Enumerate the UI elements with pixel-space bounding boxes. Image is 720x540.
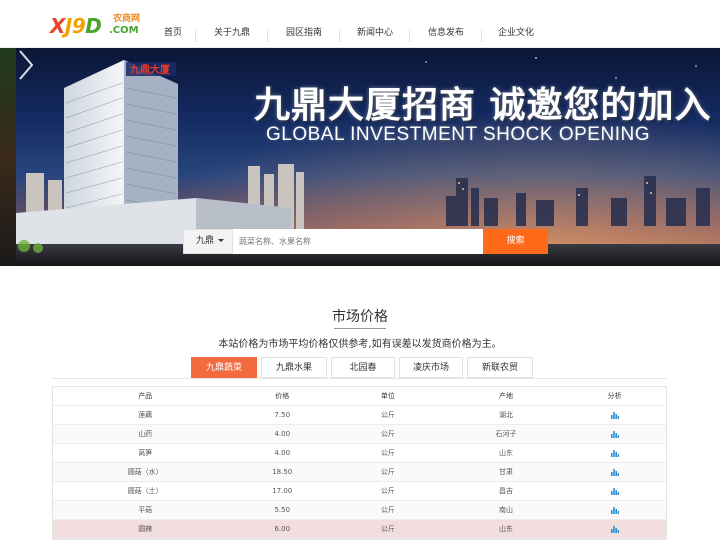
site-header: XJ9D 农商网 .COM 首页 关于九鼎 园区指南 新闻中心 信息发布 企业文…	[0, 0, 720, 48]
price-cell: 5.50	[274, 506, 291, 514]
main-nav: 首页 关于九鼎 园区指南 新闻中心 信息发布 企业文化	[150, 0, 550, 48]
price-table: 产品 价格 单位 产地 分析 莲藕 7.50 公斤 湖北 山药 4.00 公斤 石河子 莴笋 4.…	[52, 386, 667, 540]
product-cell: 圆辣	[138, 525, 153, 533]
unit-cell: 公斤	[380, 430, 395, 438]
column-header-price: 价格	[275, 392, 290, 400]
tab-jiuding-vegetables[interactable]: 九鼎蔬菜	[191, 357, 257, 378]
tabs-divider	[52, 378, 667, 379]
price-cell: 6.00	[274, 525, 291, 533]
nav-item-info-release[interactable]: 信息发布	[410, 0, 482, 48]
tab-lingqing-market[interactable]: 凌庆市场	[399, 357, 463, 378]
analysis-cell	[563, 406, 666, 424]
origin-cell: 南山	[499, 506, 514, 514]
column-header-analysis: 分析	[607, 392, 622, 400]
tab-xinlian-market[interactable]: 新联农贸	[467, 357, 533, 378]
site-logo[interactable]: XJ9D 农商网 .COM	[50, 14, 145, 38]
tab-beiyuanchun[interactable]: 北园春	[331, 357, 395, 378]
banner-side-strip	[0, 48, 16, 266]
table-body: 莲藕 7.50 公斤 湖北 山药 4.00 公斤 石河子 莴笋 4.00 公斤 山东 圆菇（水） 18.5…	[53, 406, 666, 539]
logo-domain-suffix: .COM	[109, 25, 139, 36]
bar-chart-icon[interactable]	[610, 449, 619, 457]
nav-item-park-guide[interactable]: 园区指南	[268, 0, 340, 48]
price-cell: 17.00	[272, 487, 293, 495]
unit-cell: 公斤	[380, 487, 395, 495]
nav-item-news[interactable]: 新闻中心	[340, 0, 410, 48]
product-cell: 圆菇（水）	[127, 468, 163, 476]
table-row: 圆菇（水） 18.50 公斤 甘肃	[53, 463, 666, 482]
logo-letter-x: X	[50, 14, 65, 38]
table-row: 莴笋 4.00 公斤 山东	[53, 444, 666, 463]
column-header-product: 产品	[138, 392, 153, 400]
tab-jiuding-fruits[interactable]: 九鼎水果	[261, 357, 327, 378]
analysis-cell	[563, 444, 666, 462]
search-scope-label: 九鼎	[196, 236, 215, 246]
search-scope-select[interactable]: 九鼎	[183, 229, 233, 254]
table-row: 圆菇（土） 17.00 公斤 昌吉	[53, 482, 666, 501]
unit-cell: 公斤	[380, 411, 395, 419]
price-cell: 18.50	[272, 468, 293, 476]
search-input[interactable]	[233, 229, 483, 254]
table-row: 圆辣 6.00 公斤 山东	[53, 520, 666, 539]
bar-chart-icon[interactable]	[610, 430, 619, 438]
nav-item-home[interactable]: 首页	[150, 0, 196, 48]
product-search: 九鼎 搜索	[183, 229, 548, 254]
origin-cell: 甘肃	[499, 468, 514, 476]
unit-cell: 公斤	[380, 525, 395, 533]
bar-chart-icon[interactable]	[610, 487, 619, 495]
logo-tagline: 农商网	[113, 14, 141, 24]
table-row: 莲藕 7.50 公斤 湖北	[53, 406, 666, 425]
logo-wordmark: XJ9D	[50, 14, 102, 38]
banner-headline: 九鼎大厦招商 诚邀您的加入	[254, 85, 712, 126]
analysis-cell	[563, 425, 666, 443]
origin-cell: 山东	[499, 525, 514, 533]
market-tabs: 九鼎蔬菜 九鼎水果 北园春 凌庆市场 新联农贸	[191, 357, 537, 378]
chevron-right-icon[interactable]	[16, 48, 36, 82]
price-cell: 7.50	[274, 411, 291, 419]
bar-chart-icon[interactable]	[610, 506, 619, 514]
bar-chart-icon[interactable]	[610, 525, 619, 533]
table-row: 山药 4.00 公斤 石河子	[53, 425, 666, 444]
nav-item-about[interactable]: 关于九鼎	[196, 0, 268, 48]
analysis-cell	[563, 501, 666, 519]
origin-cell: 山东	[499, 449, 514, 457]
unit-cell: 公斤	[380, 506, 395, 514]
unit-cell: 公斤	[380, 468, 395, 476]
title-underline-divider	[334, 328, 386, 329]
analysis-cell	[563, 520, 666, 538]
column-header-unit: 单位	[380, 392, 395, 400]
table-header-row: 产品 价格 单位 产地 分析	[53, 387, 666, 406]
analysis-cell	[563, 482, 666, 500]
caret-down-icon	[218, 239, 225, 242]
logo-letter-j: J	[64, 14, 72, 38]
origin-cell: 湖北	[499, 411, 514, 419]
logo-letter-9: 9	[71, 14, 86, 38]
product-cell: 圆菇（土）	[127, 487, 163, 495]
origin-cell: 昌吉	[499, 487, 514, 495]
unit-cell: 公斤	[380, 449, 395, 457]
origin-cell: 石河子	[495, 430, 517, 438]
building-sign-text: 九鼎大厦	[129, 63, 171, 76]
banner-subheadline: GLOBAL INVESTMENT SHOCK OPENING	[266, 124, 650, 145]
table-row: 平菇 5.50 公斤 南山	[53, 501, 666, 520]
product-cell: 莴笋	[138, 449, 153, 457]
price-cell: 4.00	[274, 430, 291, 438]
bar-chart-icon[interactable]	[610, 468, 619, 476]
bar-chart-icon[interactable]	[610, 411, 619, 419]
product-cell: 平菇	[138, 506, 153, 514]
market-section-subtitle: 本站价格为市场平均价格仅供参考,如有误差以发货商价格为主。	[218, 339, 502, 350]
nav-item-culture[interactable]: 企业文化	[482, 0, 550, 48]
product-cell: 山药	[138, 430, 153, 438]
product-cell: 莲藕	[138, 411, 153, 419]
column-header-origin: 产地	[499, 392, 514, 400]
logo-letter-d: D	[85, 14, 102, 38]
analysis-cell	[563, 463, 666, 481]
search-button[interactable]: 搜索	[483, 229, 548, 254]
price-cell: 4.00	[274, 449, 291, 457]
market-section-title: 市场价格	[332, 309, 388, 325]
